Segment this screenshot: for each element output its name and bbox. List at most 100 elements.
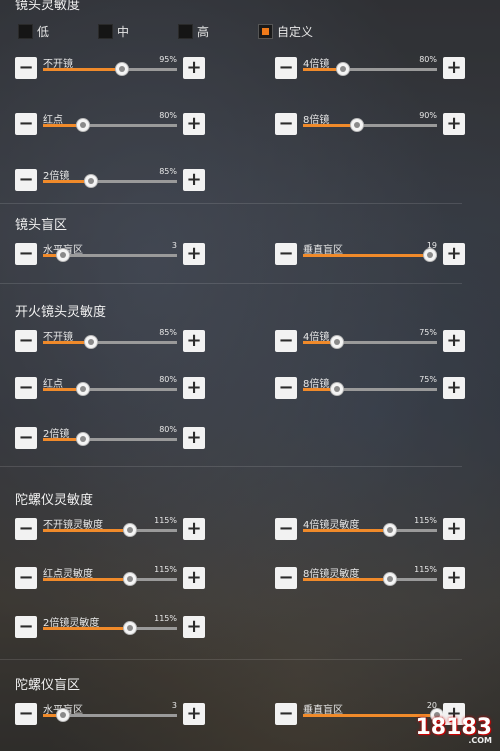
slider-thumb[interactable] <box>123 523 138 537</box>
preset-low[interactable]: 低 <box>18 20 49 42</box>
slider-track[interactable] <box>43 523 177 537</box>
slider-thumb[interactable] <box>84 174 99 188</box>
slider-value: 115% <box>154 614 177 623</box>
slider-track[interactable] <box>303 572 437 586</box>
slider-thumb[interactable] <box>115 62 130 76</box>
decrease-button[interactable]: − <box>275 377 297 399</box>
slider-value: 95% <box>159 55 177 64</box>
slider-thumb[interactable] <box>56 708 71 722</box>
slider-thumb[interactable] <box>123 621 138 635</box>
slider-row-s1-8x: −8倍镜 90% + <box>275 111 465 139</box>
increase-button[interactable]: + <box>183 703 205 725</box>
slider-thumb[interactable] <box>329 382 344 396</box>
slider-thumb[interactable] <box>76 432 91 446</box>
increase-button[interactable]: + <box>443 377 465 399</box>
decrease-button[interactable]: − <box>15 518 37 540</box>
decrease-button[interactable]: − <box>15 703 37 725</box>
decrease-button[interactable]: − <box>275 243 297 265</box>
slider-value: 85% <box>159 167 177 176</box>
increase-button[interactable]: + <box>443 567 465 589</box>
decrease-button[interactable]: − <box>15 243 37 265</box>
slider-thumb[interactable] <box>329 335 344 349</box>
preset-checkbox-checked[interactable] <box>258 23 273 39</box>
slider-thumb[interactable] <box>76 118 91 132</box>
slider-row-s1-no-scope: − 不开镜 95% + <box>15 55 205 83</box>
decrease-button[interactable]: − <box>15 616 37 638</box>
decrease-button[interactable]: − <box>15 169 37 191</box>
increase-button[interactable]: + <box>183 616 205 638</box>
preset-checkbox[interactable] <box>178 23 193 39</box>
decrease-button[interactable]: − <box>15 377 37 399</box>
slider-track[interactable] <box>43 572 177 586</box>
increase-button[interactable]: + <box>443 57 465 79</box>
site-watermark-logo: 18183 .COM <box>415 715 492 745</box>
slider-track[interactable] <box>303 523 437 537</box>
preset-checkbox[interactable] <box>98 23 113 39</box>
slider-row-s4-no-scope: − 不开镜灵敏度 115% + <box>15 516 205 544</box>
slider-track[interactable] <box>43 432 177 446</box>
increase-button[interactable]: + <box>183 377 205 399</box>
slider-track[interactable] <box>43 621 177 635</box>
slider-row-s1-red-dot: − 红点 80% + <box>15 111 205 139</box>
increase-button[interactable]: + <box>183 57 205 79</box>
slider-track[interactable] <box>303 382 437 396</box>
slider-track[interactable] <box>303 62 437 76</box>
slider-track[interactable] <box>43 62 177 76</box>
decrease-button[interactable]: − <box>15 427 37 449</box>
slider-fill <box>303 124 357 127</box>
decrease-button[interactable]: − <box>275 113 297 135</box>
decrease-button[interactable]: − <box>15 330 37 352</box>
increase-button[interactable]: + <box>183 567 205 589</box>
slider-track[interactable] <box>303 335 437 349</box>
slider-track[interactable] <box>303 118 437 132</box>
increase-button[interactable]: + <box>183 169 205 191</box>
decrease-button[interactable]: − <box>275 567 297 589</box>
slider-row-s3-4x: −4倍镜 75% + <box>275 328 465 356</box>
divider <box>0 203 462 204</box>
slider-thumb[interactable] <box>123 572 138 586</box>
slider-thumb[interactable] <box>349 118 364 132</box>
slider-thumb[interactable] <box>56 248 71 262</box>
divider <box>0 659 462 660</box>
increase-button[interactable]: + <box>443 518 465 540</box>
slider-row-s5-horizontal: −水平盲区3+ <box>15 701 205 729</box>
decrease-button[interactable]: − <box>275 518 297 540</box>
slider-track[interactable] <box>43 174 177 188</box>
slider-value: 80% <box>419 55 437 64</box>
increase-button[interactable]: + <box>443 243 465 265</box>
decrease-button[interactable]: − <box>15 113 37 135</box>
preset-high[interactable]: 高 <box>178 20 209 42</box>
slider-track[interactable] <box>43 382 177 396</box>
slider-track[interactable] <box>43 118 177 132</box>
slider-thumb[interactable] <box>423 248 438 262</box>
preset-custom[interactable]: 自定义 <box>258 20 313 42</box>
decrease-button[interactable]: − <box>15 57 37 79</box>
slider-thumb[interactable] <box>336 62 351 76</box>
slider-track[interactable] <box>43 335 177 349</box>
decrease-button[interactable]: − <box>275 703 297 725</box>
decrease-button[interactable]: − <box>275 330 297 352</box>
preset-medium[interactable]: 中 <box>98 20 129 42</box>
slider-track[interactable] <box>43 248 177 262</box>
section-title-fire-scope-sensitivity: 开火镜头灵敏度 <box>15 305 107 320</box>
increase-button[interactable]: + <box>183 518 205 540</box>
slider-thumb[interactable] <box>84 335 99 349</box>
slider-thumb[interactable] <box>383 523 398 537</box>
section-title-gyro-sensitivity: 陀螺仪灵敏度 <box>15 493 94 508</box>
increase-button[interactable]: + <box>183 427 205 449</box>
preset-checkbox[interactable] <box>18 23 33 39</box>
increase-button[interactable]: + <box>183 113 205 135</box>
slider-value: 115% <box>154 565 177 574</box>
slider-thumb[interactable] <box>76 382 91 396</box>
slider-track[interactable] <box>43 708 177 722</box>
increase-button[interactable]: + <box>183 330 205 352</box>
decrease-button[interactable]: − <box>275 57 297 79</box>
increase-button[interactable]: + <box>183 243 205 265</box>
increase-button[interactable]: + <box>443 113 465 135</box>
slider-fill <box>303 529 391 532</box>
slider-thumb[interactable] <box>383 572 398 586</box>
decrease-button[interactable]: − <box>15 567 37 589</box>
increase-button[interactable]: + <box>443 330 465 352</box>
slider-row-s1-2x: −2倍镜 85% + <box>15 167 205 195</box>
slider-track[interactable] <box>303 248 438 262</box>
